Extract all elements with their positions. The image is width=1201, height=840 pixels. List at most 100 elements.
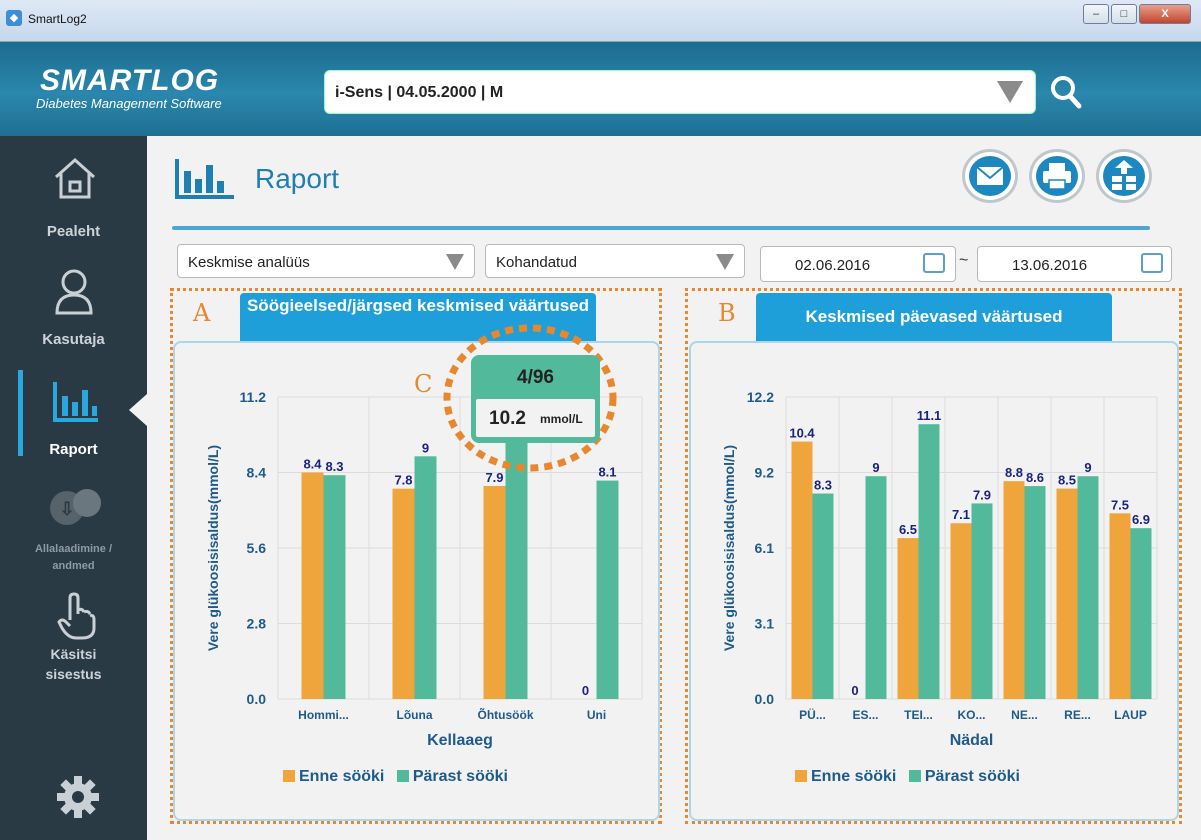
bar-data-label: 7.1 <box>952 507 970 522</box>
x-tick-label: Hommi... <box>298 708 349 722</box>
x-tick-label: Uni <box>587 708 606 722</box>
close-button[interactable]: X <box>1139 4 1191 24</box>
data-tooltip: 4/96 10.2 mmol/L <box>471 355 600 443</box>
print-icon <box>1043 163 1071 190</box>
print-button[interactable] <box>1029 149 1085 203</box>
chevron-down-icon <box>446 254 464 270</box>
x-tick-label: Õhtusöök <box>478 707 534 722</box>
title-divider <box>172 226 1150 230</box>
download-icon: ⇩ <box>50 489 101 525</box>
x-tick-label: TEI... <box>904 708 933 722</box>
legend-label-before: Enne sööki <box>811 768 897 785</box>
gear-icon[interactable] <box>55 774 101 820</box>
bar-data-label: 7.9 <box>973 487 991 502</box>
calendar-icon[interactable] <box>1141 253 1163 273</box>
tooltip-value: 10.2 <box>489 408 526 429</box>
bar-after <box>918 424 940 699</box>
bar-data-label: 9 <box>872 460 879 475</box>
bar-data-label: 6.5 <box>899 522 917 537</box>
y-tick-label: 8.4 <box>247 465 267 481</box>
search-icon[interactable] <box>1050 75 1082 109</box>
maximize-button[interactable]: □ <box>1111 4 1137 24</box>
chevron-down-icon <box>716 254 734 270</box>
send-email-button[interactable] <box>962 149 1018 203</box>
app-logo: SMARTLOG <box>40 64 220 97</box>
legend-label-after: Pärast sööki <box>412 768 508 785</box>
y-axis-title: Vere glükoosisisaldus(mmol/L) <box>721 445 737 651</box>
bar-after <box>596 480 619 699</box>
bar-after <box>1077 476 1099 699</box>
date-from-field[interactable]: 02.06.2016 <box>760 246 956 282</box>
bar-data-label: 0 <box>582 683 589 698</box>
y-tick-label: 3.1 <box>755 616 775 632</box>
legend-label-after: Pärast sööki <box>924 768 1020 785</box>
report-chart-icon <box>175 159 234 199</box>
svg-text:⇩: ⇩ <box>59 499 74 519</box>
x-tick-label: PÜ... <box>799 707 826 722</box>
legend-swatch-after <box>908 770 921 782</box>
chart-b-legend: Enne sööki Pärast sööki <box>795 768 1020 786</box>
user-icon <box>55 269 93 315</box>
date-to-value: 13.06.2016 <box>1012 257 1088 274</box>
y-tick-label: 11.2 <box>240 389 267 405</box>
bar-after <box>865 476 887 699</box>
chart-b-box: 0.0 3.1 6.1 9.2 12.2 10.4 8.3 PÜ... 0 9 ES... 6.5 11… <box>689 341 1179 821</box>
sidebar-item-label: Käsitsi <box>50 646 97 662</box>
sidebar-item-allalaadimine[interactable]: ⇩ Allalaadimine / andmed <box>0 487 147 579</box>
window-titlebar: ◆ SmartLog2 – □ X <box>0 0 1201 42</box>
legend-swatch-before <box>795 770 807 782</box>
y-tick-label: 9.2 <box>755 465 775 481</box>
bar-data-label: 11.1 <box>917 408 942 423</box>
annotation-b: B <box>718 299 736 327</box>
x-tick-label: Lõuna <box>397 708 433 722</box>
patient-select[interactable]: i-Sens | 04.05.2000 | M <box>324 70 1036 114</box>
export-icon <box>1112 160 1136 190</box>
tooltip-value-box: 10.2 mmol/L <box>476 399 595 437</box>
bar-before <box>897 538 919 699</box>
page-title: Raport <box>255 163 340 194</box>
chart-a-legend: Enne sööki Pärast sööki <box>283 768 508 786</box>
calendar-icon[interactable] <box>923 253 945 273</box>
tooltip-unit: mmol/L <box>540 412 583 426</box>
app-icon: ◆ <box>6 10 22 26</box>
bar-data-label: 8.3 <box>325 459 343 474</box>
bar-data-label: 10.4 <box>789 426 815 441</box>
bar-data-label: 8.3 <box>814 478 832 493</box>
sidebar-item-kasitsi[interactable]: Käsitsi sisestus <box>0 592 147 692</box>
bar-data-label: 6.9 <box>1132 512 1150 527</box>
sidebar-item-label: Kasutaja <box>42 331 105 348</box>
nav-pointer <box>129 394 147 426</box>
bar-data-label: 7.8 <box>394 473 412 488</box>
bar-before <box>301 472 324 699</box>
bar-before <box>392 488 415 699</box>
period-select[interactable]: Kohandatud <box>485 244 745 278</box>
bar-after <box>414 456 437 699</box>
legend-label-before: Enne sööki <box>299 768 385 785</box>
y-tick-label: 6.1 <box>755 540 775 556</box>
tooltip-count: 4/96 <box>517 367 554 388</box>
window-title: SmartLog2 <box>28 12 87 26</box>
date-from-value: 02.06.2016 <box>795 257 871 274</box>
sidebar-item-label: Allalaadimine / <box>34 543 113 555</box>
legend-swatch-before <box>283 770 295 782</box>
legend-swatch-after <box>396 770 409 782</box>
app-logo-subtitle: Diabetes Management Software <box>36 96 222 111</box>
analysis-type-select[interactable]: Keskmise analüüs <box>177 244 475 278</box>
bar-after <box>971 503 993 699</box>
home-icon <box>54 157 96 199</box>
mail-icon <box>976 166 1004 185</box>
sidebar-item-pealeht[interactable]: Pealeht <box>0 155 147 245</box>
report-chart-icon <box>53 382 98 422</box>
export-button[interactable] <box>1096 149 1152 203</box>
annotation-c: C <box>414 370 433 398</box>
x-axis-title: Nädal <box>950 732 994 749</box>
period-value: Kohandatud <box>496 254 577 271</box>
sidebar-item-raport[interactable]: Raport <box>0 378 147 464</box>
sidebar-item-label: Pealeht <box>46 223 101 240</box>
sidebar-item-label-2: andmed <box>52 560 95 572</box>
date-to-field[interactable]: 13.06.2016 <box>977 246 1172 282</box>
minimize-button[interactable]: – <box>1083 4 1109 24</box>
x-tick-label: NE... <box>1011 708 1038 722</box>
sidebar-item-kasutaja[interactable]: Kasutaja <box>0 267 147 357</box>
bar-data-label: 9 <box>422 440 429 455</box>
